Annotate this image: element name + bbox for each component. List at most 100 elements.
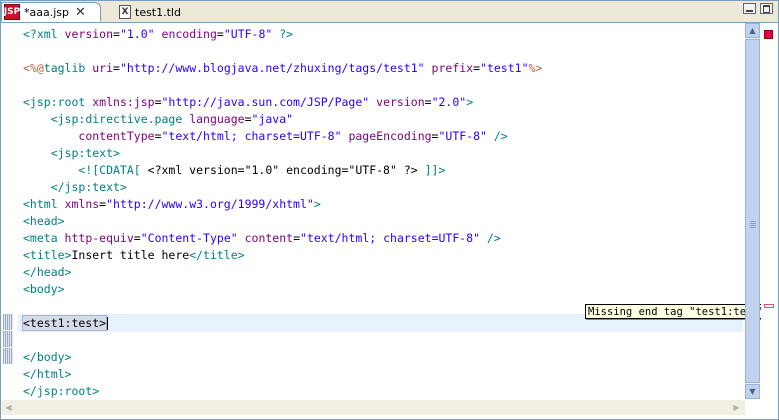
code-line[interactable] bbox=[23, 332, 542, 349]
attribute-token: http-equiv bbox=[64, 231, 134, 245]
editor-window: JSP *aaa.jsp ✕ X test1.tld <?xml version… bbox=[0, 0, 779, 420]
directive-token: <%@ bbox=[23, 61, 44, 75]
tag-token: > bbox=[466, 95, 474, 109]
scroll-down-button[interactable]: ▼ bbox=[745, 384, 760, 399]
tag-token: </head> bbox=[23, 265, 72, 279]
value-token: "http://java.sun.com/JSP/Page" bbox=[161, 95, 370, 109]
tag-token: ]]> bbox=[424, 163, 446, 177]
value-token: "test1" bbox=[480, 61, 529, 75]
code-area[interactable]: <?xml version="1.0" encoding="UTF-8" ?> … bbox=[21, 26, 542, 400]
text-token: = bbox=[293, 231, 301, 245]
scroll-right-button[interactable]: ▶ bbox=[729, 400, 744, 415]
horizontal-scrollbar[interactable]: ◀ ▶ bbox=[1, 400, 745, 415]
minimize-button[interactable] bbox=[743, 3, 756, 14]
code-line[interactable]: </body> bbox=[23, 349, 542, 366]
code-line[interactable]: <title>Insert title here</title> bbox=[23, 247, 542, 264]
editor-gutter[interactable] bbox=[1, 23, 18, 399]
code-line[interactable]: contentType="text/html; charset=UTF-8" p… bbox=[23, 128, 542, 145]
chevron-down-icon: ▼ bbox=[749, 387, 756, 396]
tag-token: <html bbox=[23, 197, 65, 211]
value-token: "java" bbox=[251, 112, 294, 126]
text-token: = bbox=[244, 112, 252, 126]
vertical-scrollbar[interactable]: ▲ ▼ bbox=[745, 23, 760, 399]
overview-ruler[interactable] bbox=[761, 23, 778, 399]
tag-token: <![CDATA[ bbox=[78, 163, 148, 177]
text-token: = bbox=[216, 27, 224, 41]
code-line[interactable]: <meta http-equiv="Content-Type" content=… bbox=[23, 230, 542, 247]
attribute-token: xmlns:jsp bbox=[92, 95, 155, 109]
value-token: "2.0" bbox=[431, 95, 467, 109]
change-marker bbox=[3, 331, 13, 347]
tag-token: <jsp:directive.page bbox=[50, 112, 190, 126]
code-line[interactable]: </jsp:root> bbox=[23, 383, 542, 400]
code-line[interactable] bbox=[23, 298, 542, 315]
attribute-token: version bbox=[376, 95, 425, 109]
text-token: <?xml version="1.0" encoding="UTF-8" ?> bbox=[147, 163, 425, 177]
code-line[interactable]: <body> bbox=[23, 281, 542, 298]
code-line[interactable]: <head> bbox=[23, 213, 542, 230]
value-token: "UTF-8" bbox=[223, 27, 273, 41]
scroll-left-button[interactable]: ◀ bbox=[1, 400, 16, 415]
attribute-token: contentType bbox=[78, 129, 155, 143]
code-line[interactable]: <%@taglib uri="http://www.blogjava.net/z… bbox=[23, 60, 542, 77]
tab-label: test1.tld bbox=[135, 5, 181, 19]
directive-token: %> bbox=[528, 61, 543, 75]
text-token: = bbox=[113, 27, 120, 41]
code-line[interactable]: <jsp:directive.page language="java" bbox=[23, 111, 542, 128]
tag-token: </jsp:root> bbox=[23, 384, 100, 398]
scroll-thumb[interactable] bbox=[745, 39, 760, 383]
value-token: "1.0" bbox=[119, 27, 155, 41]
error-status-icon[interactable] bbox=[764, 30, 773, 39]
tag-token: taglib bbox=[43, 61, 93, 75]
tab-label: *aaa.jsp bbox=[24, 5, 69, 19]
tag-token: <jsp:root bbox=[23, 95, 93, 109]
tag-token: ?> bbox=[272, 27, 294, 41]
attribute-token: xmlns bbox=[64, 197, 100, 211]
tab-aaa-jsp[interactable]: JSP *aaa.jsp ✕ bbox=[1, 2, 101, 22]
tag-token: </jsp:text> bbox=[50, 180, 127, 194]
code-line[interactable]: <![CDATA[ <?xml version="1.0" encoding="… bbox=[23, 162, 542, 179]
attribute-token: content bbox=[244, 231, 294, 245]
value-token: "text/html; charset=UTF-8" bbox=[300, 231, 481, 245]
attribute-token: version bbox=[64, 27, 114, 41]
attribute-token: uri bbox=[92, 61, 114, 75]
code-line[interactable] bbox=[23, 43, 542, 60]
text-token: = bbox=[154, 129, 162, 143]
attribute-token: prefix bbox=[431, 61, 474, 75]
error-tooltip: Missing end tag "test1:test" bbox=[585, 304, 769, 319]
code-line[interactable]: <jsp:text> bbox=[23, 145, 542, 162]
value-token: "text/html; charset=UTF-8" bbox=[161, 129, 342, 143]
code-line[interactable]: </jsp:text> bbox=[23, 179, 542, 196]
tag-token: <head> bbox=[23, 214, 65, 228]
close-icon[interactable]: ✕ bbox=[75, 5, 86, 20]
text-token: = bbox=[113, 61, 120, 75]
code-line[interactable]: <jsp:root xmlns:jsp="http://java.sun.com… bbox=[23, 94, 542, 111]
chevron-right-icon: ▶ bbox=[733, 403, 740, 412]
attribute-token: language bbox=[189, 112, 245, 126]
code-line[interactable]: <test1:test> bbox=[21, 315, 542, 332]
maximize-button[interactable] bbox=[760, 3, 773, 14]
text-token: Insert title here bbox=[71, 248, 190, 262]
tag-token: /> bbox=[486, 129, 508, 143]
tab-test1-tld[interactable]: X test1.tld bbox=[105, 2, 201, 22]
tag-token: /> bbox=[480, 231, 501, 245]
code-line[interactable]: <?xml version="1.0" encoding="UTF-8" ?> bbox=[23, 26, 542, 43]
code-line[interactable] bbox=[23, 77, 542, 94]
text-caret bbox=[107, 317, 109, 330]
code-line[interactable]: </head> bbox=[23, 264, 542, 281]
error-annotation-marker[interactable] bbox=[764, 304, 774, 308]
value-token: "http://www.blogjava.net/zhuxing/tags/te… bbox=[119, 61, 425, 75]
editor-tab-bar: JSP *aaa.jsp ✕ X test1.tld bbox=[1, 1, 778, 23]
chevron-left-icon: ◀ bbox=[5, 403, 12, 412]
code-line[interactable]: </html> bbox=[23, 366, 542, 383]
tag-token: </html> bbox=[23, 367, 72, 381]
scroll-up-button[interactable]: ▲ bbox=[745, 23, 760, 38]
code-line[interactable]: <html xmlns="http://www.w3.org/1999/xhtm… bbox=[23, 196, 542, 213]
tag-token: <meta bbox=[23, 231, 65, 245]
